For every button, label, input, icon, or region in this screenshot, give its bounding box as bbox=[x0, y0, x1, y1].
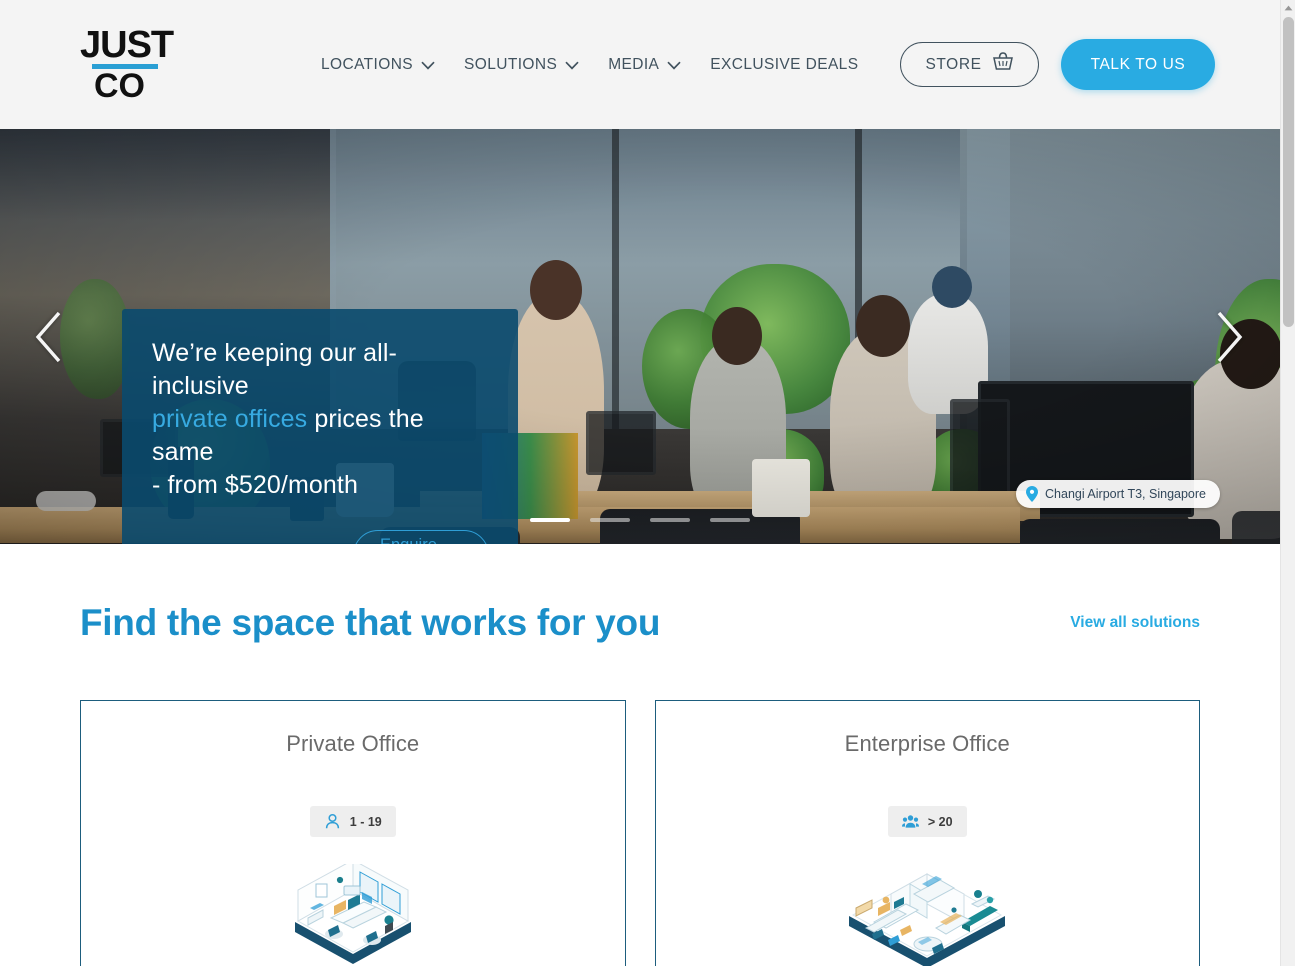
solution-cards: Private Office 1 - 19 Enterprise Office … bbox=[80, 700, 1200, 966]
scroll-up-arrow-icon[interactable] bbox=[1281, 0, 1295, 15]
nav-item-solutions[interactable]: SOLUTIONS bbox=[464, 55, 579, 74]
chevron-down-icon bbox=[667, 61, 681, 70]
hero-location-badge: Changi Airport T3, Singapore bbox=[1016, 480, 1220, 508]
carousel-dot-4[interactable] bbox=[710, 518, 750, 522]
single-person-icon bbox=[324, 813, 341, 830]
carousel-dot-1[interactable] bbox=[530, 518, 570, 522]
hero-carousel: We’re keeping our all-inclusive private … bbox=[0, 129, 1280, 544]
capacity-badge: > 20 bbox=[887, 806, 967, 837]
isometric-private-office-illustration bbox=[294, 864, 411, 964]
store-button[interactable]: STORE bbox=[900, 42, 1039, 87]
nav-label-media: MEDIA bbox=[608, 55, 660, 73]
carousel-indicators bbox=[530, 518, 750, 522]
carousel-dot-2[interactable] bbox=[590, 518, 630, 522]
nav-label-exclusive-deals: EXCLUSIVE DEALS bbox=[710, 55, 859, 73]
store-button-label: STORE bbox=[925, 55, 982, 73]
carousel-next-button[interactable] bbox=[1204, 307, 1250, 367]
enquire-now-label: Enquire now bbox=[380, 536, 437, 544]
capacity-badge: 1 - 19 bbox=[309, 806, 396, 837]
browser-scrollbar[interactable] bbox=[1280, 0, 1295, 966]
solution-card-enterprise-office[interactable]: Enterprise Office > 20 bbox=[654, 700, 1200, 966]
nav-label-solutions: SOLUTIONS bbox=[464, 55, 558, 73]
section-title: Find the space that works for you bbox=[80, 602, 661, 643]
group-people-icon bbox=[901, 813, 919, 830]
carousel-prev-button[interactable] bbox=[28, 307, 74, 367]
logo-text-just: JUSt bbox=[80, 23, 174, 66]
hero-location-label: Changi Airport T3, Singapore bbox=[1045, 487, 1206, 501]
carousel-dot-3[interactable] bbox=[650, 518, 690, 522]
nav-item-locations[interactable]: LOCATIONS bbox=[321, 55, 435, 74]
shopping-basket-icon bbox=[992, 52, 1014, 77]
hero-headline: We’re keeping our all-inclusive private … bbox=[152, 337, 488, 502]
logo-text-co: CO bbox=[94, 66, 145, 105]
card-title: Enterprise Office bbox=[844, 731, 1010, 756]
capacity-label: > 20 bbox=[927, 814, 953, 829]
browser-viewport: JUSt CO LOCATIONS SOLUTIONS bbox=[0, 0, 1295, 966]
hero-headline-line1: We’re keeping our all-inclusive bbox=[152, 339, 397, 400]
hero-promo-card: We’re keeping our all-inclusive private … bbox=[122, 309, 518, 544]
view-all-solutions-link[interactable]: View all solutions bbox=[1070, 614, 1200, 632]
map-pin-icon bbox=[1026, 486, 1039, 502]
nav-label-locations: LOCATIONS bbox=[321, 55, 414, 73]
enquire-now-button[interactable]: Enquire now bbox=[353, 530, 489, 544]
nav-item-media[interactable]: MEDIA bbox=[608, 55, 681, 74]
scrollbar-thumb[interactable] bbox=[1283, 17, 1294, 327]
solutions-section: Find the space that works for you View a… bbox=[0, 544, 1280, 966]
talk-to-us-button[interactable]: TALK TO US bbox=[1060, 39, 1216, 90]
capacity-label: 1 - 19 bbox=[349, 814, 382, 829]
card-title: Private Office bbox=[286, 731, 420, 756]
hero-headline-highlight: private offices bbox=[152, 405, 308, 433]
isometric-enterprise-office-illustration bbox=[849, 873, 1006, 966]
chevron-down-icon bbox=[565, 61, 579, 70]
hero-headline-line3: - from $520/month bbox=[152, 471, 358, 499]
header-actions: STORE TALK TO US bbox=[900, 39, 1216, 90]
chevron-down-icon bbox=[421, 61, 435, 70]
site-header: JUSt CO LOCATIONS SOLUTIONS bbox=[0, 0, 1280, 129]
nav-item-exclusive-deals[interactable]: EXCLUSIVE DEALS bbox=[710, 56, 858, 74]
main-navigation: LOCATIONS SOLUTIONS MEDIA EXCLUSIVE DEAL… bbox=[321, 56, 858, 74]
justco-logo[interactable]: JUSt CO bbox=[80, 23, 184, 105]
solutions-header: Find the space that works for you View a… bbox=[80, 602, 1200, 644]
solution-card-private-office[interactable]: Private Office 1 - 19 bbox=[80, 700, 626, 966]
page-content: JUSt CO LOCATIONS SOLUTIONS bbox=[0, 0, 1280, 966]
